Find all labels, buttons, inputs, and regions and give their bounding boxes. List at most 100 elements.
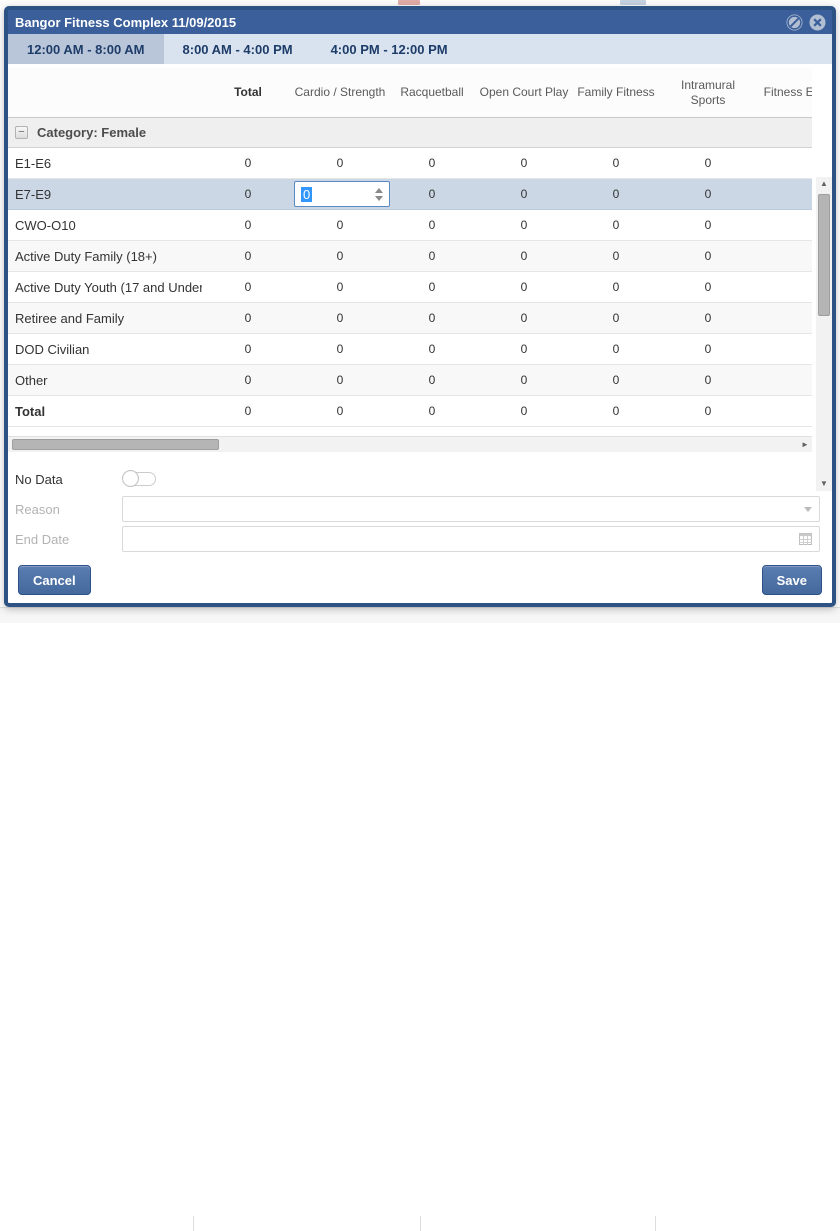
cell-family-fitness[interactable]: 0 xyxy=(570,311,662,325)
cell-intramural[interactable]: 0 xyxy=(662,249,754,263)
cell-total[interactable]: 0 xyxy=(202,218,294,232)
cell-family-fitness[interactable]: 0 xyxy=(570,249,662,263)
cell-family-fitness[interactable]: 0 xyxy=(570,156,662,170)
cell-open-court[interactable]: 0 xyxy=(478,156,570,170)
save-button[interactable]: Save xyxy=(762,565,822,595)
cell-open-court[interactable]: 0 xyxy=(478,280,570,294)
cell-intramural[interactable]: 0 xyxy=(662,156,754,170)
cell-open-court[interactable]: 0 xyxy=(478,311,570,325)
cell-family-fitness[interactable]: 0 xyxy=(570,218,662,232)
close-icon[interactable] xyxy=(809,14,826,31)
vertical-scrollbar[interactable]: ▲ ▼ xyxy=(816,177,832,491)
horizontal-scrollbar[interactable]: ◄ ► xyxy=(8,436,812,452)
tab-12am-8am[interactable]: 12:00 AM - 8:00 AM xyxy=(8,34,164,64)
spinner-value[interactable]: 0 xyxy=(295,182,369,206)
cell-open-court[interactable]: 0 xyxy=(478,373,570,387)
row-label: Active Duty Family (18+) xyxy=(8,249,202,264)
cell-open-court[interactable]: 0 xyxy=(478,218,570,232)
dropdown-caret-icon[interactable] xyxy=(804,507,812,512)
cell-family-fitness[interactable]: 0 xyxy=(570,280,662,294)
no-data-toggle[interactable] xyxy=(122,470,158,488)
table-row-retiree-and-family[interactable]: Retiree and Family 0 0 0 0 0 0 xyxy=(8,303,812,334)
cell-racquetball[interactable]: 0 xyxy=(386,156,478,170)
cell-family-fitness[interactable]: 0 xyxy=(570,373,662,387)
cell-family-fitness[interactable]: 0 xyxy=(570,187,662,201)
calendar-icon[interactable] xyxy=(799,533,812,545)
cell-total[interactable]: 0 xyxy=(202,187,294,201)
cell-cardio[interactable]: 0 xyxy=(294,342,386,356)
cell-intramural[interactable]: 0 xyxy=(662,342,754,356)
table-row-cwo-o10[interactable]: CWO-O10 0 0 0 0 0 0 xyxy=(8,210,812,241)
cell-open-court[interactable]: 0 xyxy=(478,249,570,263)
cell-total[interactable]: 0 xyxy=(202,342,294,356)
cell-racquetball[interactable]: 0 xyxy=(386,342,478,356)
no-data-form: No Data Reason End Date xyxy=(8,452,832,552)
disable-icon[interactable] xyxy=(786,14,803,31)
row-label: Total xyxy=(8,404,202,419)
table-row-e1-e6[interactable]: E1-E6 0 0 0 0 0 0 xyxy=(8,148,812,179)
table-row-active-duty-family[interactable]: Active Duty Family (18+) 0 0 0 0 0 0 xyxy=(8,241,812,272)
cell-open-court[interactable]: 0 xyxy=(478,187,570,201)
cell-racquetball[interactable]: 0 xyxy=(386,218,478,232)
cell-cardio[interactable]: 0 xyxy=(294,156,386,170)
cell-total[interactable]: 0 xyxy=(202,280,294,294)
cell-intramural[interactable]: 0 xyxy=(662,218,754,232)
cell-racquetball[interactable]: 0 xyxy=(386,311,478,325)
titlebar-icons xyxy=(786,14,826,31)
no-data-row: No Data xyxy=(15,466,820,492)
cell-total[interactable]: 0 xyxy=(202,156,294,170)
column-header-family-fitness: Family Fitness xyxy=(570,85,662,100)
reason-label: Reason xyxy=(15,502,122,517)
cell-intramural[interactable]: 0 xyxy=(662,311,754,325)
cell-open-court[interactable]: 0 xyxy=(478,342,570,356)
tab-8am-4pm[interactable]: 8:00 AM - 4:00 PM xyxy=(164,34,312,64)
tab-4pm-12pm[interactable]: 4:00 PM - 12:00 PM xyxy=(312,34,467,64)
spinner-up-icon[interactable] xyxy=(375,188,383,193)
row-label: E7-E9 xyxy=(8,187,202,202)
collapse-group-icon[interactable]: − xyxy=(15,126,28,139)
cell-cardio[interactable]: 0 xyxy=(294,311,386,325)
scroll-right-icon[interactable]: ► xyxy=(798,440,812,449)
cell-racquetball[interactable]: 0 xyxy=(386,249,478,263)
vertical-scrollbar-thumb[interactable] xyxy=(818,194,830,316)
table-row-total: Total 0 0 0 0 0 0 xyxy=(8,396,812,427)
horizontal-scrollbar-thumb[interactable] xyxy=(12,439,219,450)
numeric-spinner-input[interactable]: 0 xyxy=(294,181,390,207)
column-header-open-court-play: Open Court Play xyxy=(478,85,570,100)
table-row-active-duty-youth[interactable]: Active Duty Youth (17 and Under) 0 0 0 0… xyxy=(8,272,812,303)
cell-cardio[interactable]: 0 xyxy=(294,218,386,232)
cell-cardio[interactable]: 0 xyxy=(294,280,386,294)
cell-cardio-editor: 0 xyxy=(294,181,386,207)
spinner-down-icon[interactable] xyxy=(375,196,383,201)
page-background-bottom xyxy=(0,607,840,623)
toggle-knob-icon[interactable] xyxy=(122,470,139,487)
table-row-other[interactable]: Other 0 0 0 0 0 0 xyxy=(8,365,812,396)
cell-racquetball[interactable]: 0 xyxy=(386,373,478,387)
row-label: Other xyxy=(8,373,202,388)
table-row-dod-civilian[interactable]: DOD Civilian 0 0 0 0 0 0 xyxy=(8,334,812,365)
row-label: E1-E6 xyxy=(8,156,202,171)
cell-intramural[interactable]: 0 xyxy=(662,187,754,201)
scroll-up-icon[interactable]: ▲ xyxy=(816,177,832,191)
end-date-label: End Date xyxy=(15,532,122,547)
row-label: Retiree and Family xyxy=(8,311,202,326)
cell-total[interactable]: 0 xyxy=(202,311,294,325)
cell-total[interactable]: 0 xyxy=(202,249,294,263)
cell-racquetball[interactable]: 0 xyxy=(386,187,478,201)
cell-cardio[interactable]: 0 xyxy=(294,373,386,387)
cell-family-fitness[interactable]: 0 xyxy=(570,342,662,356)
reason-dropdown[interactable] xyxy=(122,496,820,522)
table-row-e7-e9[interactable]: E7-E9 0 0 0 0 0 0 xyxy=(8,179,812,210)
end-date-row: End Date xyxy=(15,526,820,552)
cancel-button[interactable]: Cancel xyxy=(18,565,91,595)
background-artifact xyxy=(620,0,646,5)
cell-total[interactable]: 0 xyxy=(202,373,294,387)
end-date-input[interactable] xyxy=(122,526,820,552)
column-header-total: Total xyxy=(202,85,294,100)
cell-intramural[interactable]: 0 xyxy=(662,373,754,387)
background-artifact xyxy=(398,0,420,5)
cell-cardio[interactable]: 0 xyxy=(294,249,386,263)
cell-racquetball: 0 xyxy=(386,404,478,418)
cell-intramural[interactable]: 0 xyxy=(662,280,754,294)
cell-racquetball[interactable]: 0 xyxy=(386,280,478,294)
